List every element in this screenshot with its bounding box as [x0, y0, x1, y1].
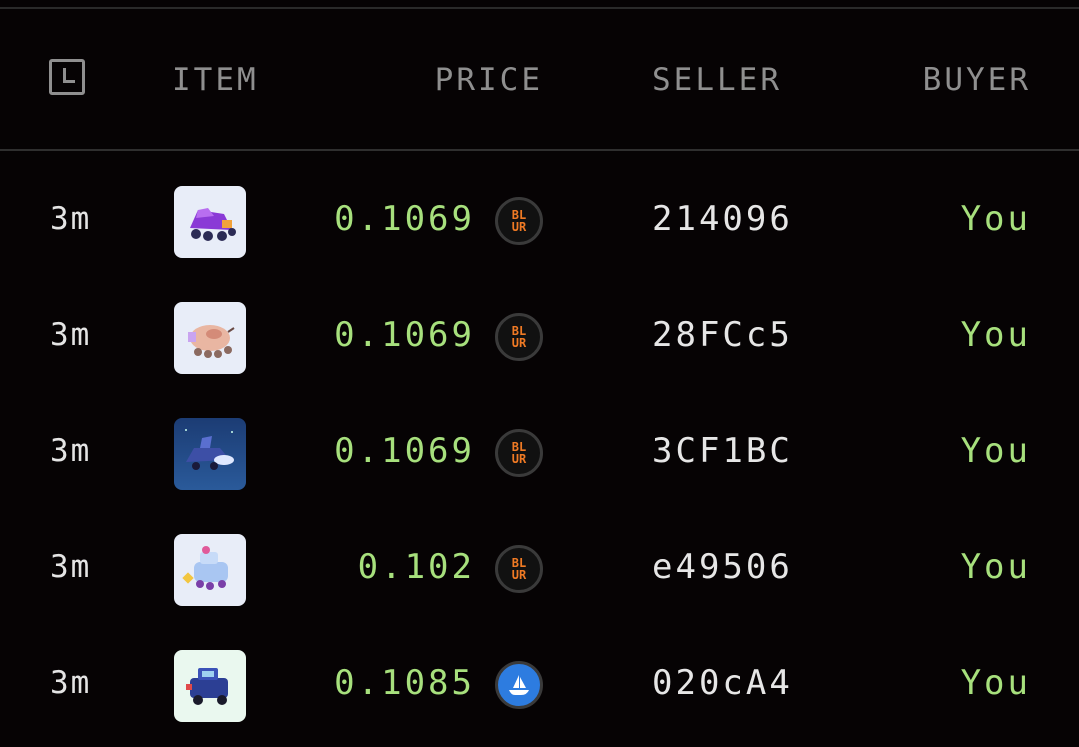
blur-marketplace-icon: BL UR	[495, 197, 543, 245]
blur-marketplace-icon: BL UR	[495, 545, 543, 593]
table-row[interactable]: 3m 0.1069 BL UR 28FCc5 You	[0, 282, 1079, 398]
row-buyer[interactable]: You	[961, 431, 1031, 471]
table-row[interactable]: 3m 0.1069 BL UR 3CF1BC You	[0, 398, 1079, 514]
row-price: 0.1085	[334, 663, 475, 703]
row-time: 3m	[50, 665, 92, 701]
column-header-item: ITEM	[172, 62, 259, 98]
row-seller[interactable]: 3CF1BC	[652, 431, 793, 471]
row-price: 0.1069	[334, 199, 475, 239]
opensea-marketplace-icon	[495, 661, 543, 709]
row-time: 3m	[50, 433, 92, 469]
column-header-buyer: BUYER	[922, 62, 1031, 98]
row-buyer[interactable]: You	[961, 199, 1031, 239]
blur-marketplace-icon: BL UR	[495, 313, 543, 361]
row-time: 3m	[50, 201, 92, 237]
table-row[interactable]: 3m 0.1069 BL UR 214096 You	[0, 166, 1079, 282]
row-price: 0.1069	[334, 431, 475, 471]
column-header-price[interactable]: PRICE	[435, 62, 543, 98]
table-row[interactable]: 3m 0.1085 020cA4 You	[0, 630, 1079, 746]
row-seller[interactable]: 28FCc5	[652, 315, 793, 355]
top-divider	[0, 7, 1079, 9]
row-seller[interactable]: 214096	[652, 199, 793, 239]
item-thumbnail[interactable]	[174, 418, 246, 490]
row-buyer[interactable]: You	[961, 663, 1031, 703]
blur-marketplace-icon: BL UR	[495, 429, 543, 477]
row-seller[interactable]: 020cA4	[652, 663, 793, 703]
table-header: ITEM PRICE SELLER BUYER	[0, 48, 1079, 110]
row-buyer[interactable]: You	[961, 547, 1031, 587]
table-row[interactable]: 3m 0.102 BL UR e49506 You	[0, 514, 1079, 630]
item-thumbnail[interactable]	[174, 302, 246, 374]
row-time: 3m	[50, 317, 92, 353]
row-buyer[interactable]: You	[961, 315, 1031, 355]
row-price: 0.102	[357, 547, 475, 587]
row-price: 0.1069	[334, 315, 475, 355]
item-thumbnail[interactable]	[174, 186, 246, 258]
item-thumbnail[interactable]	[174, 534, 246, 606]
row-seller[interactable]: e49506	[652, 547, 793, 587]
item-thumbnail[interactable]	[174, 650, 246, 722]
row-time: 3m	[50, 549, 92, 585]
column-header-seller: SELLER	[652, 62, 782, 98]
header-divider	[0, 149, 1079, 151]
clock-icon[interactable]	[49, 59, 85, 95]
